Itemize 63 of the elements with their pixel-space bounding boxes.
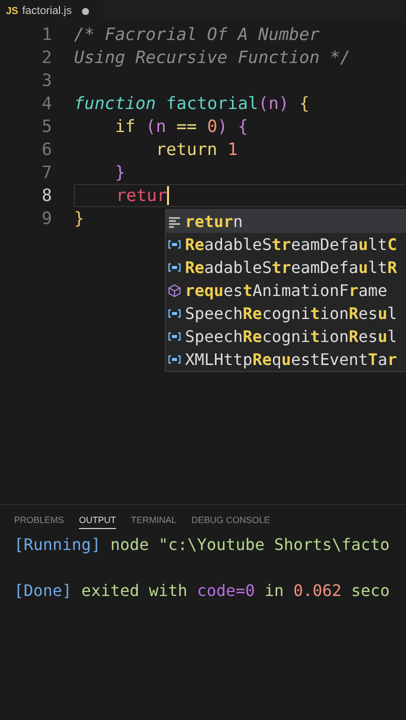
code-token: { — [298, 94, 310, 114]
code-token: Using Recursive Function */ — [74, 48, 350, 68]
output-text: node "c:\Youtube Shorts\facto — [109, 535, 390, 554]
suggestion-item[interactable]: ReadableStreamDefaultC — [166, 233, 406, 256]
suggestion-label: SpeechRecognitionResul — [185, 327, 397, 346]
line-number: 7 — [40, 162, 52, 182]
code-token: ( — [144, 116, 156, 136]
panel-tab[interactable]: OUTPUT — [79, 513, 116, 529]
suggestion-item[interactable]: SpeechRecognitionResul — [166, 302, 406, 325]
code-token: factorial — [165, 94, 258, 114]
code-token: /* Facrorial Of A Number — [74, 24, 320, 44]
suggestion-item[interactable]: SpeechRecognitionResul — [166, 325, 406, 348]
code-token: n — [156, 116, 166, 136]
line-number: 6 — [40, 140, 52, 160]
output-text: [Done] — [14, 581, 72, 600]
code-token: } — [114, 162, 126, 182]
suggestion-item[interactable]: return — [166, 210, 406, 233]
code-token: n — [268, 94, 279, 114]
code-token: == — [175, 116, 198, 136]
suggestion-item[interactable]: XMLHttpRequestEventTar — [166, 348, 406, 371]
output-text: [Running] — [14, 535, 101, 554]
output-text: exited with — [80, 581, 188, 600]
line-number: 5 — [40, 116, 52, 136]
panel-tab[interactable]: TERMINAL — [131, 513, 177, 529]
suggestion-item[interactable]: ReadableStreamDefaultR — [166, 256, 406, 279]
panel-tab[interactable]: PROBLEMS — [14, 513, 64, 529]
line-number: 3 — [40, 70, 52, 90]
suggestion-label: ReadableStreamDefaultR — [185, 258, 397, 277]
code-token: 1 — [226, 140, 238, 160]
code-token: ) — [278, 94, 289, 114]
suggestion-label: XMLHttpRequestEventTar — [185, 350, 397, 369]
suggestion-label: SpeechRecognitionResul — [185, 304, 397, 323]
line-number: 2 — [40, 48, 52, 68]
code-token: if — [114, 116, 136, 136]
variable-icon — [168, 261, 181, 274]
variable-icon — [168, 330, 181, 343]
code-token: 0 — [207, 116, 218, 136]
code-token: ) { — [217, 116, 248, 136]
suggestion-label: return — [185, 212, 243, 231]
file-name: factorial.js — [22, 5, 72, 17]
output-text: in — [263, 581, 285, 600]
code-token: retur — [114, 186, 168, 206]
js-file-icon: JS — [6, 6, 18, 16]
suggestion-label: requestAnimationFrame — [185, 281, 388, 300]
output-text: code=0 — [197, 581, 255, 600]
variable-icon — [168, 238, 181, 251]
line-number: 9 — [40, 208, 52, 228]
cube-icon — [168, 284, 181, 297]
code-token: return — [154, 140, 218, 160]
code-token: function — [74, 94, 156, 114]
variable-icon — [168, 353, 181, 366]
suggestion-item[interactable]: requestAnimationFrame — [166, 279, 406, 302]
code-token: } — [74, 208, 84, 228]
panel-tab[interactable]: DEBUG CONSOLE — [192, 513, 270, 529]
output-text: 0.062 — [293, 581, 342, 600]
output-text: seco — [350, 581, 390, 600]
code-token: ( — [258, 94, 268, 114]
suggestion-label: ReadableStreamDefaultC — [185, 235, 397, 254]
line-number: 8 — [40, 186, 52, 206]
variable-icon — [168, 307, 181, 320]
line-number: 4 — [40, 94, 52, 114]
line-number: 1 — [40, 24, 52, 44]
keyword-icon — [168, 215, 181, 228]
